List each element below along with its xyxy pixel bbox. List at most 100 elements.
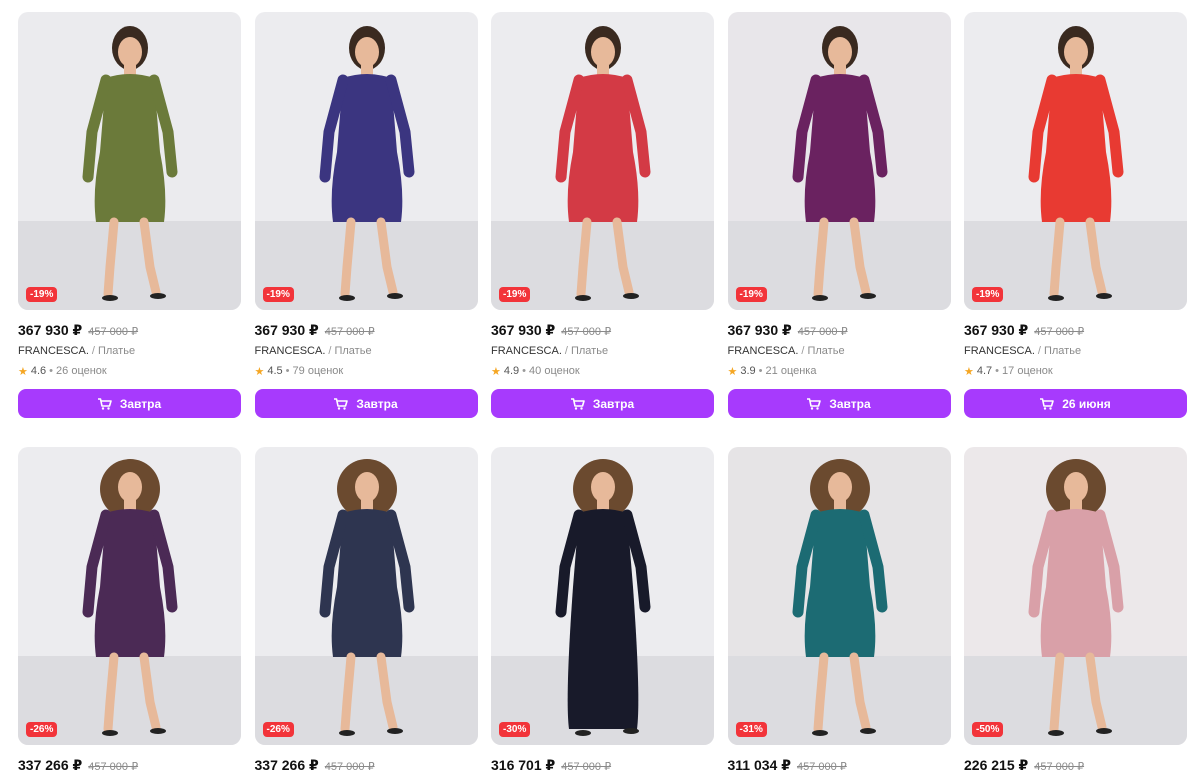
price: 311 034 ₽: [727, 757, 791, 773]
old-price: 457 000 ₽: [324, 761, 375, 773]
product-photo[interactable]: -50%: [964, 447, 1187, 745]
price: 316 701 ₽: [491, 757, 556, 773]
price-row: 367 930 ₽ 457 000 ₽: [18, 322, 241, 340]
discount-badge: -26%: [262, 722, 294, 737]
cart-icon: [807, 397, 822, 410]
price: 367 930 ₽: [254, 322, 319, 338]
product-card[interactable]: -19% 367 930 ₽ 457 000 ₽ FRANCESCA. / Плат…: [491, 12, 714, 418]
add-to-cart-button[interactable]: 26 июня: [964, 389, 1187, 418]
price-row: 367 930 ₽ 457 000 ₽: [728, 322, 951, 340]
rating-value: 3.9: [740, 365, 756, 377]
rating-value: 4.7: [976, 365, 993, 377]
dot-separator: •: [758, 365, 763, 377]
discount-badge: -19%: [972, 287, 1004, 302]
rating-value: 4.9: [503, 365, 520, 377]
product-photo[interactable]: -19%: [491, 12, 714, 310]
old-price: 457 000 ₽: [561, 326, 612, 338]
product-card[interactable]: -19% 367 930 ₽ 457 000 ₽ FRANCESCA. / Плат…: [964, 12, 1187, 418]
add-to-cart-button[interactable]: Завтра: [254, 389, 478, 418]
review-count[interactable]: 17 оценок: [1002, 365, 1053, 377]
product-card[interactable]: -30% 316 701 ₽ 457 000 ₽: [491, 447, 714, 775]
review-count[interactable]: 79 оценок: [293, 365, 344, 377]
old-price: 457 000 ₽: [561, 761, 612, 773]
price: 367 930 ₽: [964, 322, 1029, 338]
product-card[interactable]: -26% 337 266 ₽ 457 000 ₽: [18, 447, 241, 775]
product-card[interactable]: -31% 311 034 ₽ 457 000 ₽: [727, 447, 951, 775]
separator: /: [1037, 345, 1041, 357]
brand-name[interactable]: FRANCESCA.: [728, 345, 799, 357]
product-photo[interactable]: -19%: [964, 12, 1187, 310]
discount-badge: -50%: [972, 722, 1004, 737]
category-name: Платье: [807, 345, 845, 357]
cart-icon: [97, 397, 112, 410]
price-row: 311 034 ₽ 457 000 ₽: [728, 757, 951, 775]
delivery-label: Завтра: [356, 396, 398, 411]
product-card[interactable]: -19% 367 930 ₽ 457 000 ₽ FRANCESCA. / Плат…: [18, 12, 241, 418]
price: 337 266 ₽: [254, 757, 319, 773]
product-photo[interactable]: -19%: [18, 12, 241, 310]
cart-icon: [1040, 397, 1055, 410]
star-icon: ★: [491, 365, 501, 378]
product-photo[interactable]: -26%: [254, 447, 478, 745]
brand-row: FRANCESCA. / Платье: [728, 345, 951, 359]
brand-name[interactable]: FRANCESCA.: [255, 345, 326, 357]
brand-row: FRANCESCA. / Платье: [18, 345, 241, 359]
dot-separator: •: [995, 365, 1000, 377]
rating-row: ★ 4.9 • 40 оценок: [491, 364, 714, 378]
add-to-cart-button[interactable]: Завтра: [727, 389, 951, 418]
category-name: Платье: [97, 345, 136, 357]
discount-badge: -26%: [26, 722, 58, 737]
separator: /: [801, 345, 805, 357]
rating-row: ★ 4.6 • 26 оценок: [18, 364, 241, 378]
separator: /: [91, 345, 95, 357]
category-name: Платье: [570, 345, 609, 357]
star-icon: ★: [18, 365, 28, 378]
product-photo[interactable]: -19%: [254, 12, 478, 310]
delivery-label: Завтра: [119, 396, 162, 411]
review-count[interactable]: 26 оценок: [56, 365, 107, 377]
rating-row: ★ 4.5 • 79 оценок: [255, 364, 478, 378]
old-price: 457 000 ₽: [88, 326, 139, 338]
product-card[interactable]: -50% 226 215 ₽ 457 000 ₽: [964, 447, 1187, 775]
rating-row: ★ 3.9 • 21 оценка: [728, 364, 951, 378]
cart-icon: [334, 397, 349, 410]
review-count[interactable]: 21 оценка: [766, 365, 817, 377]
delivery-label: 26 июня: [1062, 396, 1111, 411]
star-icon: ★: [254, 365, 265, 378]
old-price: 457 000 ₽: [1034, 326, 1085, 338]
product-card[interactable]: -19% 367 930 ₽ 457 000 ₽ FRANCESCA. / Плат…: [727, 12, 951, 418]
product-card[interactable]: -19% 367 930 ₽ 457 000 ₽ FRANCESCA. / Плат…: [254, 12, 478, 418]
price-row: 367 930 ₽ 457 000 ₽: [964, 322, 1187, 340]
brand-row: FRANCESCA. / Платье: [255, 345, 478, 359]
brand-name[interactable]: FRANCESCA.: [491, 345, 562, 357]
price-row: 367 930 ₽ 457 000 ₽: [255, 322, 478, 340]
rating-value: 4.6: [30, 365, 47, 377]
price-row: 337 266 ₽ 457 000 ₽: [255, 757, 478, 775]
old-price: 457 000 ₽: [796, 761, 847, 773]
delivery-label: Завтра: [592, 396, 635, 411]
discount-badge: -19%: [262, 287, 294, 302]
review-count[interactable]: 40 оценок: [529, 365, 580, 377]
product-card[interactable]: -26% 337 266 ₽ 457 000 ₽: [254, 447, 478, 775]
discount-badge: -31%: [735, 722, 767, 737]
old-price: 457 000 ₽: [1034, 761, 1085, 773]
price-row: 337 266 ₽ 457 000 ₽: [18, 757, 241, 775]
delivery-label: Завтра: [829, 396, 871, 411]
price-row: 316 701 ₽ 457 000 ₽: [491, 757, 714, 775]
product-photo[interactable]: -31%: [727, 447, 951, 745]
add-to-cart-button[interactable]: Завтра: [491, 389, 714, 418]
brand-name[interactable]: FRANCESCA.: [964, 345, 1035, 357]
old-price: 457 000 ₽: [797, 326, 848, 338]
price: 367 930 ₽: [727, 322, 792, 338]
product-photo[interactable]: -30%: [491, 447, 714, 745]
discount-badge: -30%: [499, 722, 531, 737]
brand-name[interactable]: FRANCESCA.: [18, 345, 89, 357]
price-row: 226 215 ₽ 457 000 ₽: [964, 757, 1187, 775]
price: 337 266 ₽: [18, 757, 83, 773]
product-photo[interactable]: -26%: [18, 447, 241, 745]
old-price: 457 000 ₽: [88, 761, 139, 773]
add-to-cart-button[interactable]: Завтра: [18, 389, 241, 418]
product-photo[interactable]: -19%: [727, 12, 951, 310]
old-price: 457 000 ₽: [324, 326, 375, 338]
star-icon: ★: [964, 365, 974, 378]
